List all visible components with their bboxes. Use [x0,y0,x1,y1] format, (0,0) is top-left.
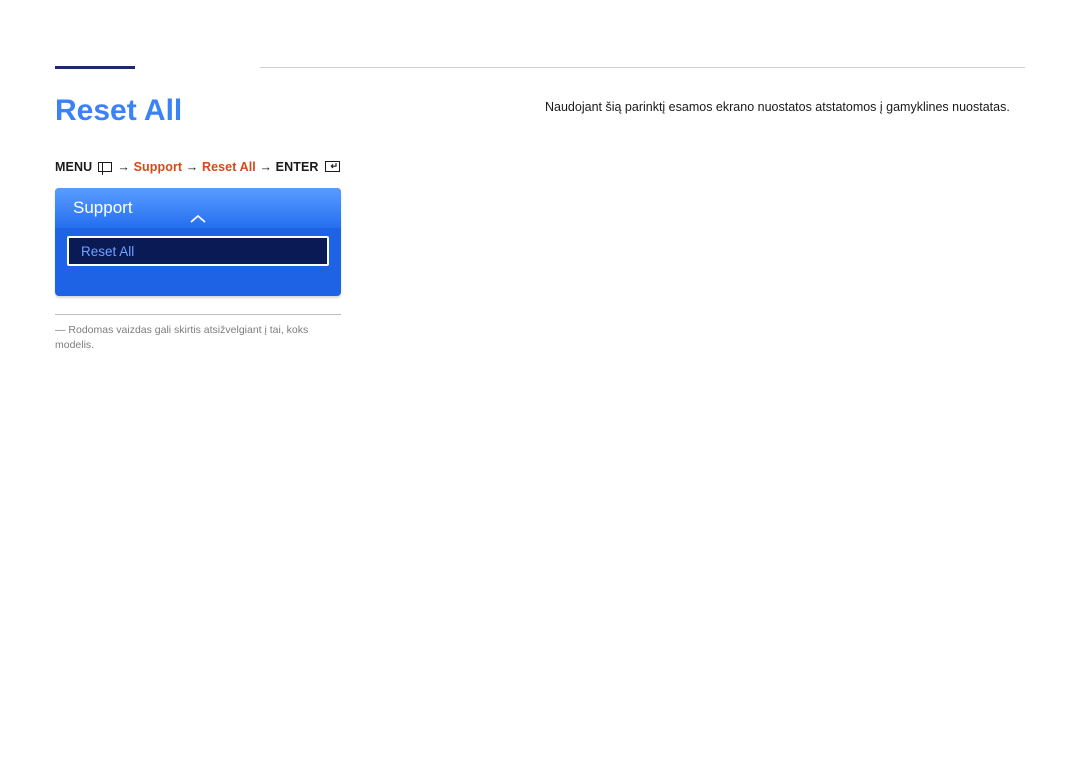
right-column: Naudojant šią parinktį esamos ekrano nuo… [395,90,1025,117]
arrow-icon: → [186,160,199,174]
chevron-up-icon [189,214,207,224]
nav-reset-all-link: Reset All [202,160,256,174]
top-horizontal-rule [260,67,1025,68]
menu-icon [98,162,112,172]
description-text: Naudojant šią parinktį esamos ekrano nuo… [545,98,1025,117]
footnote-text: Rodomas vaizdas gali skirtis atsižvelgia… [55,323,345,352]
content-wrapper: Reset All MENU → Support → Reset All → E… [55,90,1025,352]
left-divider [55,314,341,315]
nav-support-link: Support [134,160,183,174]
menu-header-label: Support [73,198,133,218]
arrow-icon: → [117,160,130,174]
menu-header-support[interactable]: Support [55,188,341,228]
nav-enter-label: ENTER [276,160,319,174]
arrow-icon: → [259,160,272,174]
menu-item-reset-all[interactable]: Reset All [67,236,329,266]
nav-menu-label: MENU [55,160,92,174]
support-menu-panel: Support Reset All [55,188,341,296]
breadcrumb: MENU → Support → Reset All → ENTER [55,160,395,174]
enter-icon [325,161,340,172]
top-accent-bar [55,66,135,69]
left-column: Reset All MENU → Support → Reset All → E… [55,90,395,352]
menu-item-label: Reset All [81,244,134,259]
page-title: Reset All [55,94,395,128]
